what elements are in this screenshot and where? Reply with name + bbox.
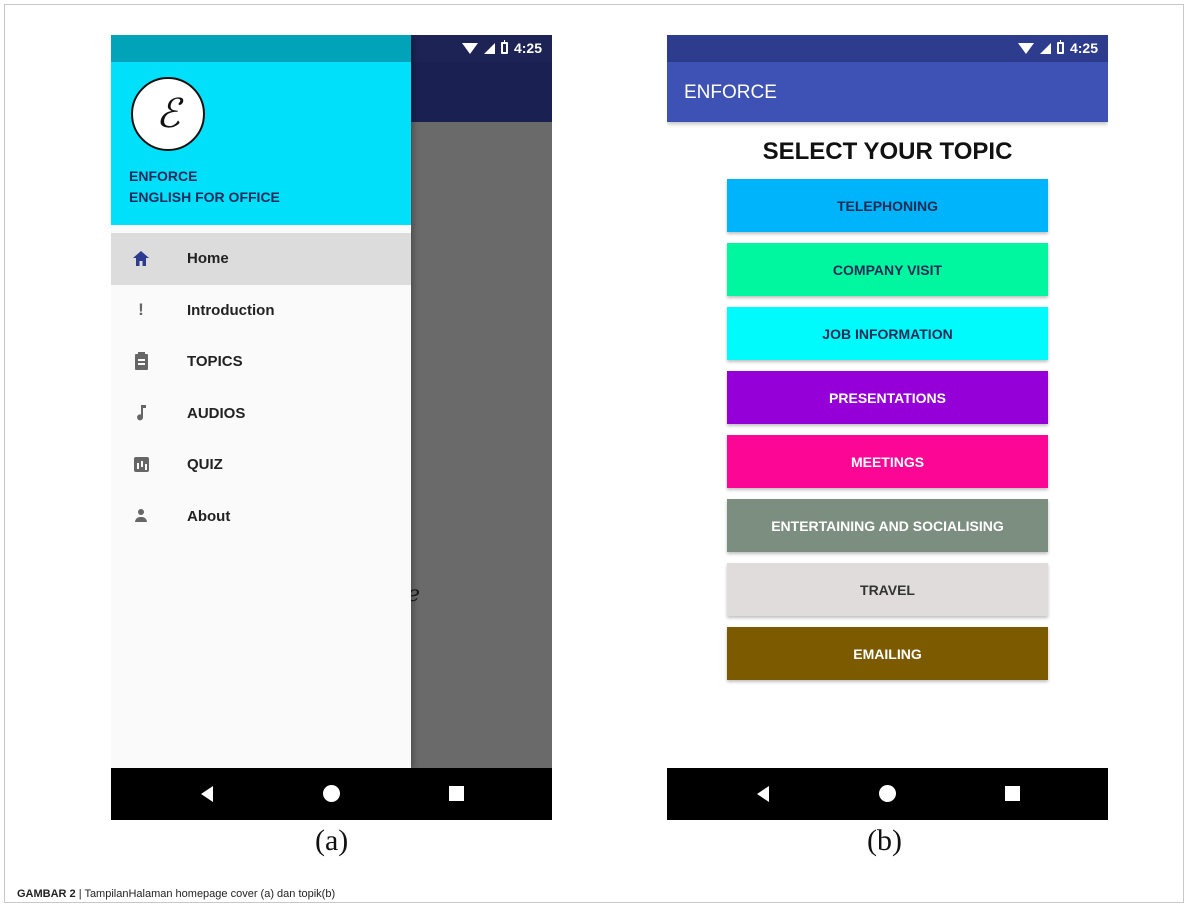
drawer-subtitle: ENGLISH FOR OFFICE bbox=[129, 189, 280, 205]
person-icon bbox=[131, 506, 151, 526]
topic-button-telephoning[interactable]: TELEPHONING bbox=[727, 179, 1048, 232]
caption-a: (a) bbox=[315, 824, 349, 857]
battery-icon bbox=[500, 40, 508, 54]
menu-item-label: Home bbox=[187, 250, 229, 268]
topic-label: TELEPHONING bbox=[836, 197, 939, 214]
status-bar: 4:25 bbox=[667, 35, 1108, 62]
topic-label: MEETINGS bbox=[850, 453, 925, 470]
music-note-icon bbox=[131, 403, 151, 423]
wifi-icon bbox=[1017, 42, 1034, 54]
system-nav-bar bbox=[111, 768, 552, 820]
topic-button-company-visit[interactable]: COMPANY VISIT bbox=[727, 243, 1048, 296]
drawer-menu: Home ! Introduction TOPICS AUDIOS QUIZ A… bbox=[111, 233, 411, 542]
home-nav-icon[interactable] bbox=[323, 785, 340, 802]
drawer-title: ENFORCE bbox=[129, 168, 198, 184]
topic-button-entertaining-and-socialising[interactable]: ENTERTAINING AND SOCIALISING bbox=[727, 499, 1048, 552]
recent-apps-icon[interactable] bbox=[449, 786, 464, 801]
figure-caption-text: | TampilanHalaman homepage cover (a) dan… bbox=[75, 888, 336, 900]
battery-icon bbox=[1056, 40, 1064, 54]
topic-label: ENTERTAINING AND SOCIALISING bbox=[771, 517, 1004, 534]
topic-button-presentations[interactable]: PRESENTATIONS bbox=[727, 371, 1048, 424]
menu-item-label: Introduction bbox=[187, 301, 275, 319]
app-logo: ℰ bbox=[131, 77, 205, 151]
home-nav-icon[interactable] bbox=[879, 785, 896, 802]
topic-label: TRAVEL bbox=[860, 581, 915, 598]
system-nav-bar bbox=[667, 768, 1108, 820]
navigation-drawer: ℰ ENFORCE ENGLISH FOR OFFICE Home ! Intr… bbox=[111, 35, 411, 768]
menu-item-label: TOPICS bbox=[187, 353, 243, 371]
menu-item-audios[interactable]: AUDIOS bbox=[111, 388, 411, 440]
caption-b: (b) bbox=[867, 824, 902, 857]
topic-button-meetings[interactable]: MEETINGS bbox=[727, 435, 1048, 488]
topic-button-travel[interactable]: TRAVEL bbox=[727, 563, 1048, 616]
topic-label: PRESENTATIONS bbox=[829, 389, 946, 406]
clipboard-icon bbox=[131, 351, 151, 372]
topic-button-emailing[interactable]: EMAILING bbox=[727, 627, 1048, 680]
app-bar: ENFORCE bbox=[667, 62, 1108, 122]
signal-icon bbox=[1039, 42, 1051, 54]
menu-item-home[interactable]: Home bbox=[111, 233, 411, 285]
recent-apps-icon[interactable] bbox=[1005, 786, 1020, 801]
menu-item-topics[interactable]: TOPICS bbox=[111, 336, 411, 388]
figure-caption-label: GAMBAR 2 bbox=[17, 888, 76, 900]
menu-item-introduction[interactable]: ! Introduction bbox=[111, 285, 411, 337]
status-time: 4:25 bbox=[513, 40, 542, 56]
home-icon bbox=[131, 249, 151, 269]
app-title: ENFORCE bbox=[684, 82, 777, 103]
back-icon[interactable] bbox=[201, 786, 213, 802]
chart-icon bbox=[131, 455, 151, 475]
back-icon[interactable] bbox=[757, 786, 769, 802]
page-title: SELECT YOUR TOPIC bbox=[762, 138, 1013, 165]
menu-item-label: AUDIOS bbox=[187, 404, 246, 422]
menu-item-quiz[interactable]: QUIZ bbox=[111, 439, 411, 491]
wifi-icon bbox=[461, 42, 478, 54]
status-icons: 4:25 bbox=[1017, 40, 1098, 56]
menu-item-label: About bbox=[187, 507, 231, 525]
signal-icon bbox=[483, 42, 495, 54]
topic-label: JOB INFORMATION bbox=[822, 325, 953, 342]
status-icons: 4:25 bbox=[461, 40, 542, 56]
menu-item-label: QUIZ bbox=[187, 456, 223, 474]
topic-button-job-information[interactable]: JOB INFORMATION bbox=[727, 307, 1048, 360]
exclamation-icon: ! bbox=[138, 300, 144, 320]
figure-frame: 4:25 e ℰ ENFORCE ENGLISH FOR OFFICE Home… bbox=[4, 4, 1184, 903]
drawer-header: ℰ ENFORCE ENGLISH FOR OFFICE bbox=[111, 62, 411, 225]
topic-label: COMPANY VISIT bbox=[832, 261, 943, 278]
menu-item-about[interactable]: About bbox=[111, 491, 411, 543]
drawer-status-strip bbox=[111, 35, 411, 62]
status-time: 4:25 bbox=[1069, 40, 1098, 56]
phone-b-screen: 4:25 ENFORCE SELECT YOUR TOPIC TELEPHONI… bbox=[667, 35, 1108, 820]
phone-a-screen: 4:25 e ℰ ENFORCE ENGLISH FOR OFFICE Home… bbox=[111, 35, 552, 820]
figure-caption: GAMBAR 2 | TampilanHalaman homepage cove… bbox=[17, 888, 335, 900]
topic-label: EMAILING bbox=[853, 645, 922, 662]
